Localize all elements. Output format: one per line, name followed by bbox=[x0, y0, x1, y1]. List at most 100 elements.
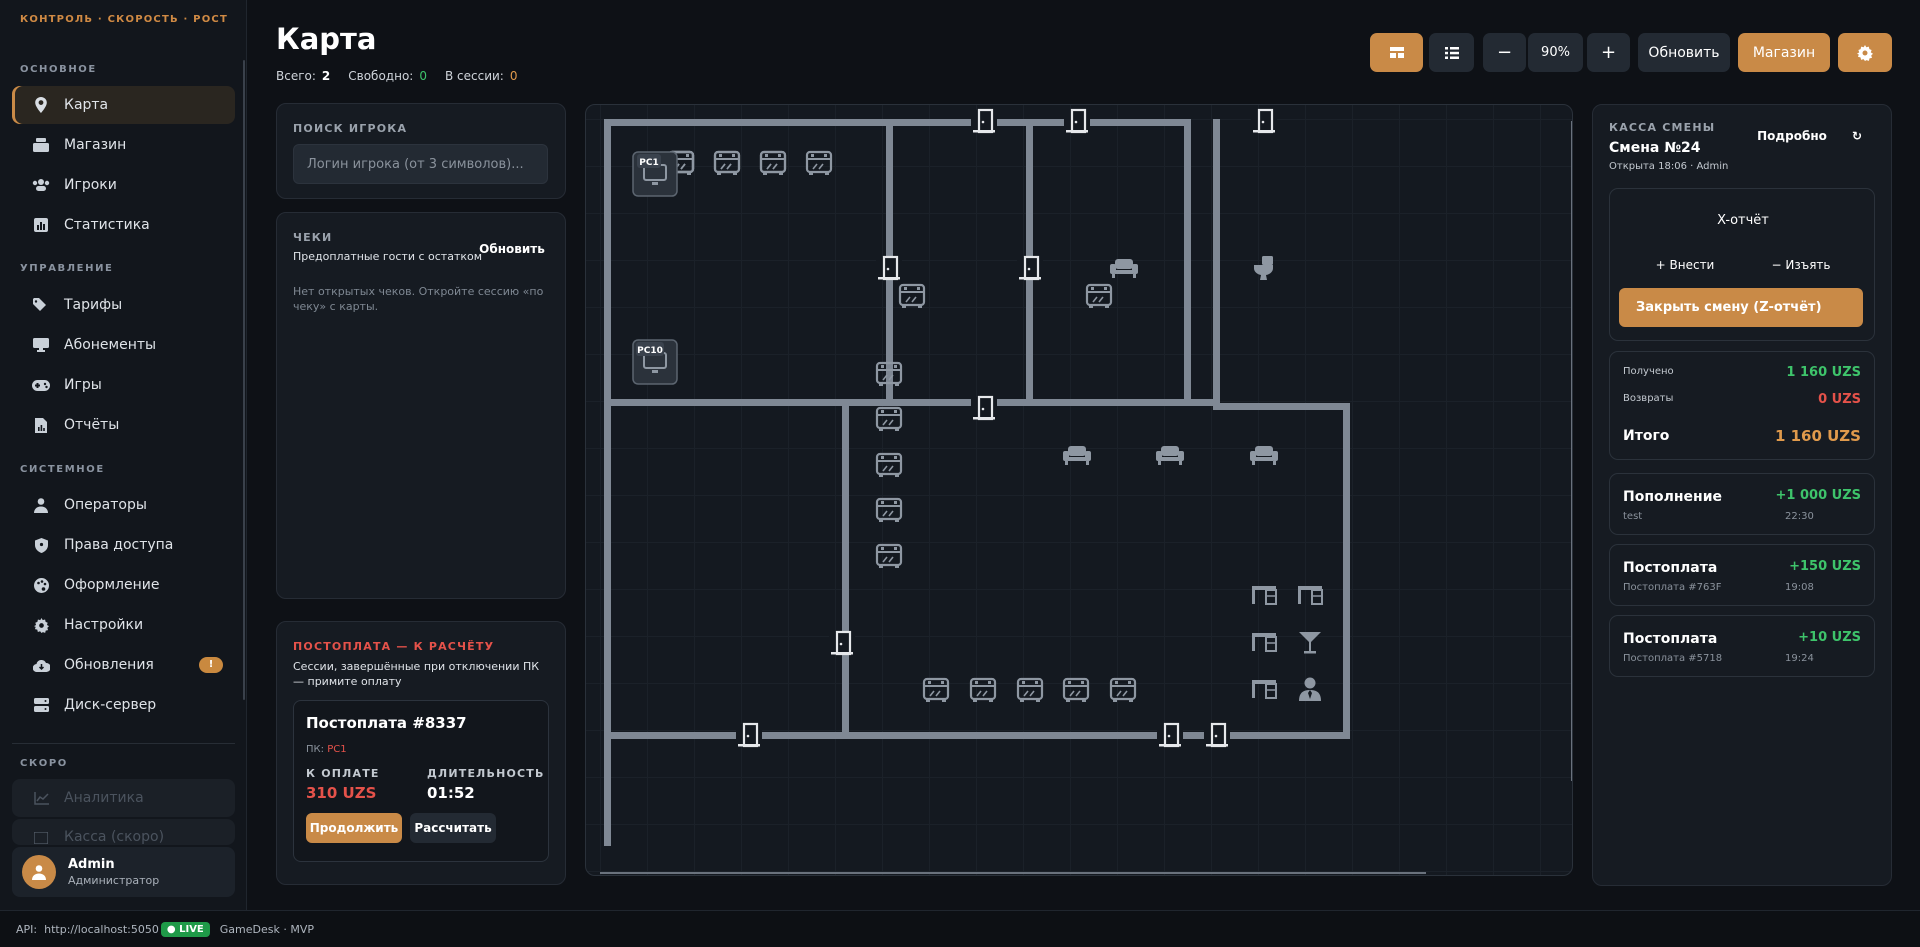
tx-time: 19:24 bbox=[1785, 653, 1814, 664]
shop-button[interactable]: Магазин bbox=[1738, 33, 1830, 72]
door-icon[interactable] bbox=[971, 108, 997, 134]
wall bbox=[1213, 119, 1220, 403]
door-icon[interactable] bbox=[1064, 108, 1090, 134]
door-icon[interactable] bbox=[1017, 255, 1043, 281]
station-icon[interactable] bbox=[922, 677, 950, 702]
sidebar-item-shop[interactable]: Магазин bbox=[12, 126, 235, 164]
sidebar-item-disk-server[interactable]: Диск-сервер bbox=[12, 686, 235, 724]
station-icon[interactable] bbox=[1062, 677, 1090, 702]
sidebar-item-label: Права доступа bbox=[64, 537, 174, 553]
station-icon[interactable] bbox=[1109, 677, 1137, 702]
floor-map[interactable]: PC1 PC10 bbox=[585, 104, 1573, 876]
sidebar-item-label: Тарифы bbox=[64, 297, 123, 313]
due-amount: 310 UZS bbox=[306, 784, 377, 802]
tx-item[interactable]: Постоплата Постоплата #5718 +10 UZS 19:2… bbox=[1609, 615, 1875, 677]
station-icon[interactable] bbox=[898, 283, 926, 308]
section-manage: УПРАВЛЕНИЕ bbox=[20, 263, 114, 274]
shield-icon bbox=[32, 536, 50, 554]
door-icon[interactable] bbox=[1251, 108, 1277, 134]
door-icon[interactable] bbox=[971, 395, 997, 421]
sidebar-item-reports[interactable]: Отчёты bbox=[12, 406, 235, 444]
toilet-icon[interactable] bbox=[1253, 256, 1274, 280]
station-icon[interactable] bbox=[875, 406, 903, 431]
refunds-amount: 0 UZS bbox=[1818, 392, 1861, 407]
sofa-icon[interactable] bbox=[1156, 446, 1184, 465]
player-search-panel: ПОИСК ИГРОКА Логин игрока (от 3 символов… bbox=[276, 103, 566, 199]
station-icon[interactable] bbox=[805, 150, 833, 175]
door-icon[interactable] bbox=[736, 722, 762, 748]
zoom-in-button[interactable]: + bbox=[1587, 33, 1630, 72]
desk-icon[interactable] bbox=[1252, 680, 1277, 699]
sidebar-item-operators[interactable]: Операторы bbox=[12, 486, 235, 524]
shift-details-button[interactable]: Подробно bbox=[1754, 124, 1830, 148]
player-search-input[interactable]: Логин игрока (от 3 символов)... bbox=[293, 144, 548, 184]
shift-totals-card: Получено 1 160 UZS Возвраты 0 UZS Итого … bbox=[1609, 351, 1875, 460]
station-icon[interactable] bbox=[969, 677, 997, 702]
pc-tile-pc10[interactable]: PC10 bbox=[632, 339, 678, 385]
door-icon[interactable] bbox=[1204, 722, 1230, 748]
sidebar-item-players[interactable]: Игроки bbox=[12, 166, 235, 204]
list-view-button[interactable] bbox=[1429, 33, 1474, 72]
floor-plan[interactable]: PC1 PC10 bbox=[586, 105, 1573, 876]
refresh-button[interactable]: Обновить bbox=[1638, 33, 1730, 72]
tx-item[interactable]: Пополнение test +1 000 UZS 22:30 bbox=[1609, 473, 1875, 535]
sidebar-item-access[interactable]: Права доступа bbox=[12, 526, 235, 564]
sidebar-item-stats[interactable]: Статистика bbox=[12, 206, 235, 244]
sidebar-scrollbar[interactable] bbox=[243, 60, 245, 700]
map-vscrollbar[interactable] bbox=[1571, 121, 1572, 781]
continue-button[interactable]: Продолжить bbox=[306, 813, 402, 843]
admin-icon[interactable] bbox=[1299, 677, 1321, 702]
withdraw-button[interactable]: − Изъять bbox=[1746, 251, 1856, 279]
tx-item[interactable]: Постоплата Постоплата #763F +150 UZS 19:… bbox=[1609, 544, 1875, 606]
deposit-button[interactable]: + Внести bbox=[1630, 251, 1740, 279]
sofa-icon[interactable] bbox=[1063, 446, 1091, 465]
station-icon[interactable] bbox=[1085, 283, 1113, 308]
station-icon[interactable] bbox=[759, 150, 787, 175]
map-view-button[interactable] bbox=[1370, 33, 1423, 72]
desk-icon[interactable] bbox=[1252, 586, 1277, 605]
sidebar-item-updates[interactable]: Обновления ! bbox=[12, 646, 235, 684]
received-amount: 1 160 UZS bbox=[1786, 365, 1861, 380]
station-icon[interactable] bbox=[713, 150, 741, 175]
sidebar-item-label: Игроки bbox=[64, 177, 117, 193]
sidebar-item-games[interactable]: Игры bbox=[12, 366, 235, 404]
layout-icon bbox=[1389, 47, 1404, 58]
station-icon[interactable] bbox=[875, 543, 903, 568]
sidebar-item-tariffs[interactable]: Тарифы bbox=[12, 286, 235, 324]
desk-icon[interactable] bbox=[1298, 586, 1323, 605]
user-name: Admin bbox=[68, 857, 115, 872]
x-report-button[interactable]: X-отчёт bbox=[1630, 205, 1856, 235]
zoom-out-button[interactable]: − bbox=[1483, 33, 1526, 72]
sidebar-item-subscriptions[interactable]: Абонементы bbox=[12, 326, 235, 364]
sidebar-item-design[interactable]: Оформление bbox=[12, 566, 235, 604]
checks-refresh-button[interactable]: Обновить bbox=[471, 237, 553, 261]
user-card[interactable]: Admin Администратор bbox=[12, 847, 235, 897]
map-hscrollbar[interactable] bbox=[600, 872, 1426, 874]
desk-icon[interactable] bbox=[1252, 633, 1277, 652]
sidebar-item-settings[interactable]: Настройки bbox=[12, 606, 235, 644]
tx-time: 19:08 bbox=[1785, 582, 1814, 593]
shift-refresh-icon[interactable]: ↻ bbox=[1845, 124, 1869, 148]
tx-amount: +10 UZS bbox=[1798, 630, 1861, 645]
sidebar-item-label: Обновления bbox=[64, 657, 154, 673]
sidebar-item-label: Отчёты bbox=[64, 417, 120, 433]
total-amount: 1 160 UZS bbox=[1774, 427, 1861, 445]
door-icon[interactable] bbox=[876, 255, 902, 281]
settings-button[interactable] bbox=[1838, 33, 1892, 72]
live-badge: ● LIVE bbox=[160, 921, 210, 937]
door-icon[interactable] bbox=[1157, 722, 1183, 748]
sofa-icon[interactable] bbox=[1250, 446, 1278, 465]
sidebar-item-map[interactable]: Карта bbox=[12, 86, 235, 124]
settle-button[interactable]: Рассчитать bbox=[410, 813, 496, 843]
station-icon[interactable] bbox=[875, 497, 903, 522]
station-icon[interactable] bbox=[1016, 677, 1044, 702]
station-icon[interactable] bbox=[875, 452, 903, 477]
cocktail-icon[interactable] bbox=[1299, 632, 1321, 654]
door-icon[interactable] bbox=[829, 630, 855, 656]
sofa-icon[interactable] bbox=[1110, 259, 1138, 278]
close-shift-button[interactable]: Закрыть смену (Z-отчёт) bbox=[1619, 288, 1863, 327]
pc-tile-pc1[interactable]: PC1 bbox=[632, 151, 678, 197]
sidebar-item-label: Оформление bbox=[64, 577, 160, 593]
gear-icon bbox=[1857, 44, 1873, 61]
session-count: 0 bbox=[509, 69, 518, 83]
